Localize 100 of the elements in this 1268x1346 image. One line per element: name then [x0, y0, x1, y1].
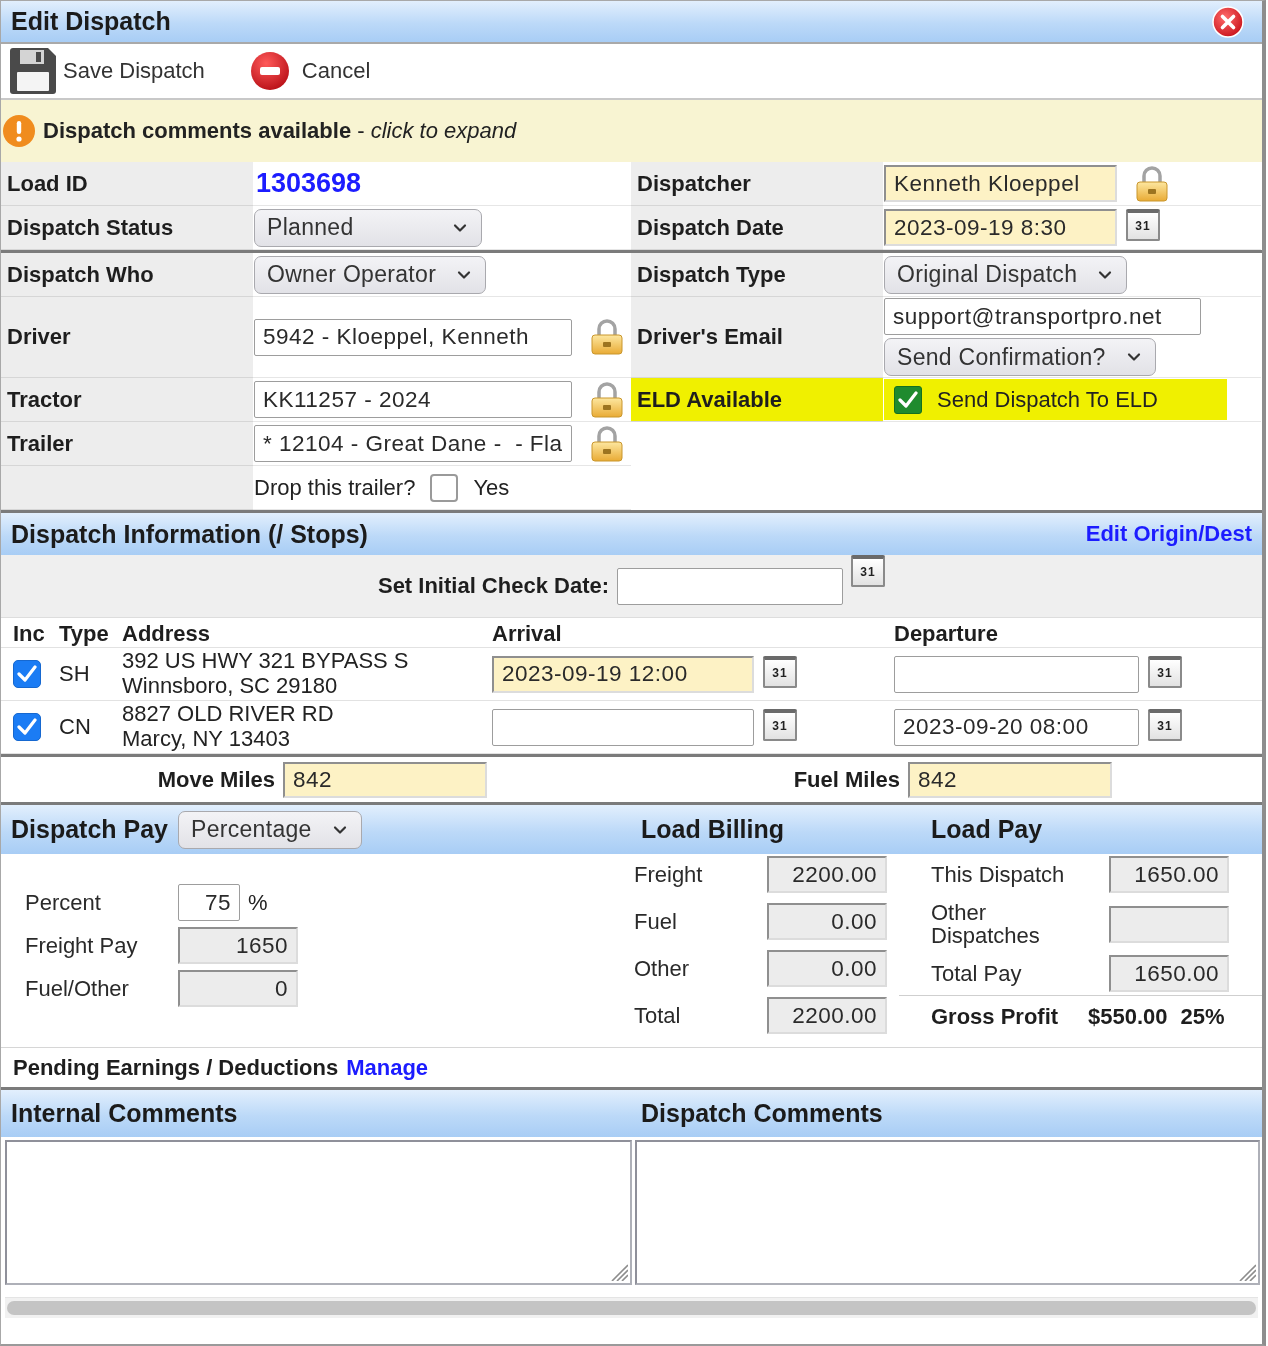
comment-textarea[interactable] — [5, 1140, 632, 1285]
pay-label: Fuel/Other — [25, 976, 130, 1001]
column-header: Inc — [13, 621, 46, 647]
checkbox-label[interactable]: Yes — [473, 474, 510, 501]
gross-profit-label: Gross Profit — [931, 1003, 1060, 1030]
unit-label: % — [248, 889, 268, 916]
padlock-icon[interactable] — [591, 381, 623, 418]
pay-field[interactable]: 0.00 — [767, 903, 887, 940]
pay-label: This Dispatch — [931, 862, 1066, 887]
pay-label: Total Pay — [931, 962, 1023, 986]
include-checkbox[interactable] — [13, 660, 41, 688]
pay-field[interactable]: 0.00 — [767, 950, 887, 987]
checkbox[interactable] — [894, 385, 922, 414]
miles-label: Fuel Miles — [793, 766, 901, 793]
check-icon — [898, 389, 918, 410]
dropdown[interactable]: Planned — [254, 208, 482, 247]
pay-label: Freight — [634, 862, 704, 887]
check-icon — [17, 717, 37, 737]
field-label: Dispatch Type — [631, 253, 883, 297]
pay-label: Freight Pay — [25, 933, 139, 958]
padlock-icon[interactable] — [1136, 165, 1168, 202]
notice-text[interactable]: Dispatch comments available - click to expand — [43, 118, 517, 144]
calendar-button[interactable]: 31 — [1126, 209, 1160, 241]
text-field[interactable]: Kenneth Kloeppel — [884, 165, 1117, 202]
pay-field[interactable]: 0 — [178, 970, 298, 1007]
miles-field[interactable]: 842 — [283, 761, 487, 798]
stop-address: 392 US HWY 321 BYPASS S Winnsboro, SC 29180 — [122, 649, 410, 699]
gross-profit-amount: $550.00 — [1088, 1003, 1168, 1030]
padlock-icon[interactable] — [591, 319, 623, 355]
checkbox[interactable] — [430, 473, 459, 502]
cancel-button[interactable]: Cancel — [250, 52, 371, 90]
save-button[interactable]: Save Dispatch — [9, 47, 205, 95]
section-title: Dispatch Information (/ Stops) — [11, 519, 369, 549]
miles-label: Move Miles — [157, 766, 276, 793]
pay-field[interactable]: 2200.00 — [767, 856, 887, 893]
text-field[interactable]: 5942 - Kloeppel, Kenneth — [254, 318, 572, 356]
gross-profit-percent: 25% — [1180, 1003, 1225, 1030]
date-field[interactable] — [617, 567, 844, 605]
pay-field[interactable]: 1650.00 — [1109, 955, 1229, 993]
column-header: Address — [122, 621, 212, 647]
manage-link[interactable]: Manage — [346, 1054, 429, 1081]
section-title: Load Pay — [931, 815, 1044, 844]
column-header: Departure — [894, 621, 999, 647]
section-title: Dispatch Pay — [11, 815, 168, 844]
pay-field[interactable]: 1650 — [178, 927, 298, 964]
comment-textarea[interactable] — [635, 1140, 1260, 1285]
resize-grip-icon[interactable] — [610, 1263, 628, 1281]
calendar-button[interactable]: 31 — [851, 555, 886, 587]
dropdown[interactable]: Original Dispatch — [884, 255, 1128, 294]
pay-field[interactable]: 2200.00 — [767, 997, 887, 1034]
date-field[interactable] — [894, 655, 1139, 693]
pay-label: Percent — [25, 890, 102, 915]
field-label: Dispatch Who — [1, 253, 253, 297]
field-label: ELD Available — [631, 378, 883, 422]
checkbox-prompt: Drop this trailer? — [254, 474, 416, 501]
text-field[interactable]: KK11257 - 2024 — [254, 381, 572, 418]
pending-label: Pending Earnings / Deductions — [13, 1054, 339, 1081]
padlock-icon[interactable] — [591, 425, 623, 462]
column-header: Arrival — [492, 621, 563, 647]
dropdown[interactable]: Send Confirmation? — [884, 338, 1156, 376]
field-label: Dispatcher — [631, 162, 883, 206]
id-link[interactable]: 1303698 — [254, 168, 362, 199]
column-header: Type — [59, 621, 110, 647]
dropdown[interactable]: Owner Operator — [254, 255, 487, 294]
stop-type: CN — [59, 714, 92, 740]
minus-circle-icon — [250, 52, 289, 90]
calendar-button[interactable]: 31 — [763, 708, 797, 741]
calendar-button[interactable]: 31 — [1148, 708, 1182, 741]
pay-label: Total — [634, 1003, 682, 1028]
stop-type: SH — [59, 661, 91, 687]
calendar-button[interactable]: 31 — [763, 655, 797, 688]
check-date-label: Set Initial Check Date: — [377, 573, 610, 599]
field-label: Driver — [1, 297, 253, 378]
calendar-button[interactable]: 31 — [1148, 655, 1182, 688]
date-field[interactable] — [492, 708, 754, 746]
pay-field[interactable]: 1650.00 — [1109, 856, 1229, 893]
pay-label: Other — [634, 956, 691, 981]
field-label: Tractor — [1, 378, 253, 422]
header-link[interactable]: Edit Origin/Dest — [1085, 521, 1252, 547]
resize-grip-icon[interactable] — [1238, 1263, 1256, 1281]
date-field[interactable]: 2023-09-19 12:00 — [492, 655, 754, 693]
exclamation-icon — [3, 115, 35, 147]
text-field[interactable]: * 12104 - Great Dane - - Fla — [254, 425, 572, 462]
close-icon[interactable] — [1212, 5, 1244, 38]
section-title: Internal Comments — [11, 1099, 239, 1128]
pay-field[interactable]: 75 — [178, 884, 240, 921]
checkbox-label[interactable]: Send Dispatch To ELD — [937, 386, 1158, 413]
pay-label: Fuel — [634, 909, 678, 934]
date-field[interactable]: 2023-09-20 08:00 — [894, 708, 1139, 746]
section-title: Dispatch Comments — [641, 1099, 884, 1128]
miles-field[interactable]: 842 — [908, 761, 1112, 798]
include-checkbox[interactable] — [13, 713, 41, 741]
check-icon — [17, 664, 37, 684]
pay-field[interactable] — [1109, 905, 1229, 943]
field-label: Dispatch Date — [631, 206, 883, 250]
text-field[interactable]: support@transportpro.net — [884, 298, 1201, 335]
pay-method-dropdown[interactable]: Percentage — [178, 810, 362, 849]
field-label: Driver's Email — [631, 297, 883, 378]
date-field[interactable]: 2023-09-19 8:30 — [884, 209, 1117, 246]
window-title: Edit Dispatch — [11, 7, 171, 36]
